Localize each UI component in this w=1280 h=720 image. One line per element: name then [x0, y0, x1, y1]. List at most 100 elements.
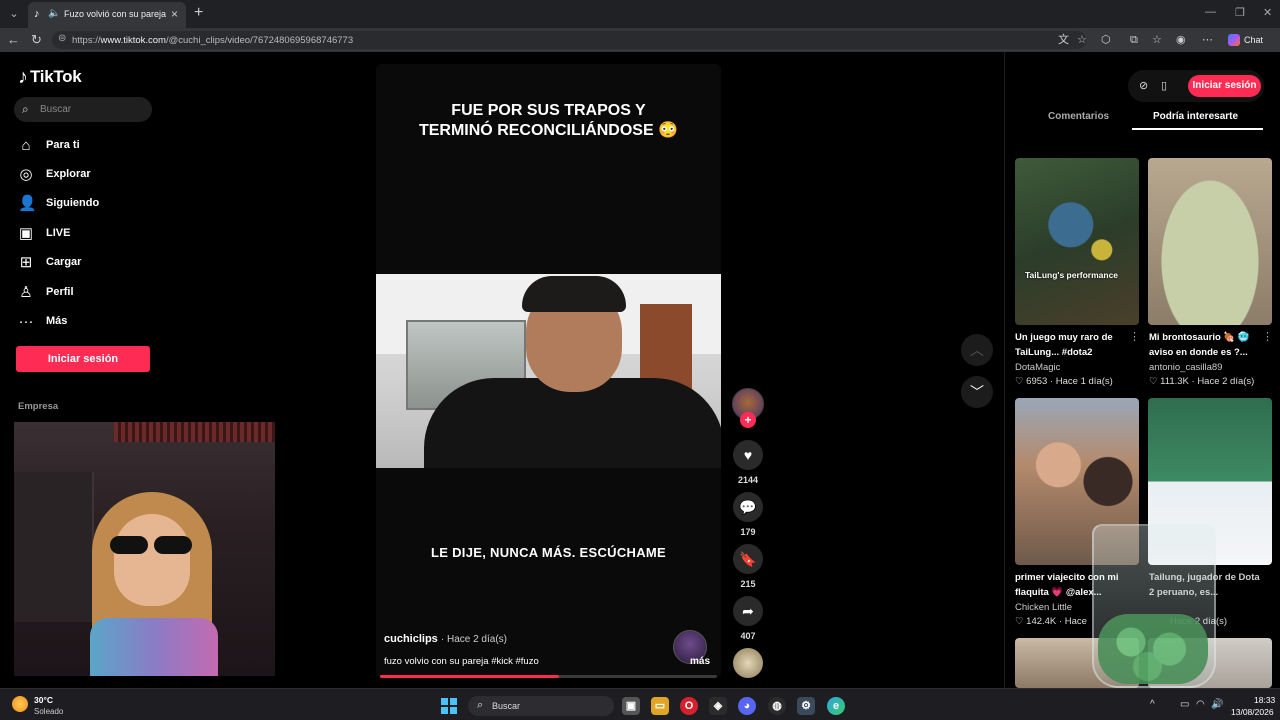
volume-icon[interactable]: 🔊 [1211, 699, 1223, 710]
new-tab-plus-icon[interactable]: + [194, 4, 203, 22]
split-screen-icon[interactable]: ⧉ [1130, 33, 1138, 47]
card-likes: 6953 [1026, 376, 1048, 387]
favorites-icon[interactable]: ☆ [1152, 33, 1162, 47]
save-button[interactable]: 🔖 [733, 544, 763, 574]
url-field[interactable]: ⊜ https://www.tiktok.com/@cuchi_clips/vi… [52, 31, 1086, 49]
wifi-icon[interactable]: ◠ [1196, 699, 1205, 710]
copilot-chat-button[interactable]: Chat [1222, 31, 1269, 49]
home-icon: ⌂ [21, 136, 31, 154]
card-author[interactable]: DotaMagic [1015, 362, 1060, 373]
tab-comentarios[interactable]: Comentarios [1048, 111, 1109, 122]
webcam-curtain [114, 422, 275, 442]
tiktok-logo[interactable]: ♪ TikTok [18, 66, 82, 88]
search-input[interactable]: ⌕ Buscar [14, 97, 152, 122]
compass-icon[interactable]: ⊘ [1139, 79, 1148, 92]
browser-tab-active[interactable]: ♪ 🔈 Fuzo volvió con su pareja: qu × [28, 2, 186, 28]
active-tab-underline [1132, 128, 1263, 130]
settings-gear-icon[interactable]: ⚙ [797, 697, 815, 715]
top-login-button[interactable]: Iniciar sesión [1188, 75, 1261, 97]
edge-icon[interactable]: e [827, 697, 845, 715]
previous-video-chevron-up-icon[interactable]: ︿ [961, 334, 993, 366]
video-player[interactable]: FUE POR SUS TRAPOS Y TERMINÓ RECONCILIÁN… [376, 64, 721, 678]
windows-start-icon[interactable] [441, 698, 457, 714]
more-icon: ··· [18, 312, 34, 330]
card-more-icon[interactable]: ⋮ [1262, 330, 1273, 343]
close-window-icon[interactable]: ✕ [1263, 6, 1272, 19]
tab-close-icon[interactable]: × [171, 7, 178, 21]
profile-avatar-icon[interactable]: ◉ [1176, 33, 1186, 47]
chrome-icon[interactable]: ◍ [768, 697, 786, 715]
sidebar-item-label: Más [46, 315, 68, 327]
video-caption-bottom: LE DIJE, NUNCA MÁS. ESCÚCHAME [430, 545, 666, 560]
sidebar-item-explorar[interactable]: ◎ Explorar [18, 163, 90, 185]
sidebar-item-label: LIVE [46, 227, 71, 239]
file-explorer-icon[interactable]: ▭ [651, 697, 669, 715]
weather-temperature[interactable]: 30°C [34, 695, 53, 705]
task-view-icon[interactable]: ▣ [622, 697, 640, 715]
extensions-icon[interactable]: ⬡ [1101, 33, 1111, 47]
profile-icon: ♙ [19, 284, 33, 301]
comment-button[interactable]: 💬 [733, 492, 763, 522]
sidebar-item-label: Siguiendo [46, 197, 100, 209]
music-disc-icon[interactable] [733, 648, 763, 678]
like-button[interactable]: ♥ [733, 440, 763, 470]
reload-icon[interactable]: ↻ [31, 32, 42, 48]
card-title[interactable]: Mi brontosaurio 🍖 🥶 aviso en donde es ?.… [1149, 330, 1267, 360]
weather-condition[interactable]: Soleado [34, 707, 63, 716]
video-progress-bar[interactable] [380, 675, 717, 678]
sidebar-item-siguiendo[interactable]: 👤 Siguiendo [18, 192, 99, 214]
favorite-star-icon[interactable]: ☆ [1077, 33, 1087, 47]
weather-sun-icon[interactable] [12, 696, 28, 712]
follow-plus-icon[interactable]: + [740, 412, 756, 428]
site-info-icon[interactable]: ⊜ [58, 33, 66, 44]
card-time: Hace 1 día(s) [1055, 376, 1113, 387]
address-toolbar: ← ↻ ⊜ https://www.tiktok.com/@cuchi_clip… [0, 28, 1280, 52]
card-time: Hace 2 día(s) [1197, 376, 1255, 387]
video-author[interactable]: cuchiclips · Hace 2 día(s) [384, 633, 507, 645]
sidebar-item-para-ti[interactable]: ⌂ Para ti [18, 134, 79, 156]
app-icon[interactable]: ◈ [709, 697, 727, 715]
phone-icon[interactable]: ▯ [1161, 79, 1167, 92]
card-author[interactable]: antonio_casilla89 [1149, 362, 1222, 373]
minimize-icon[interactable]: — [1205, 6, 1216, 18]
webcam-person-top [90, 618, 218, 676]
share-count: 407 [740, 631, 756, 641]
suggested-video-thumbnail[interactable] [1148, 158, 1272, 325]
sidebar-item-cargar[interactable]: ⊞ Cargar [18, 251, 82, 273]
live-icon: ▣ [18, 225, 34, 242]
translate-icon[interactable]: 文 [1058, 33, 1069, 47]
sidebar-item-label: Cargar [46, 256, 82, 268]
card-more-icon[interactable]: ⋮ [1129, 330, 1140, 343]
clock-time[interactable]: 18:33 [1254, 695, 1275, 705]
clip-person-hair [522, 276, 626, 312]
tray-chevron-icon[interactable]: ^ [1150, 699, 1155, 710]
card-title[interactable]: Un juego muy raro de TaiLung... #dota2 [1015, 330, 1133, 360]
search-placeholder: Buscar [40, 104, 72, 115]
author-name[interactable]: cuchiclips [384, 633, 438, 645]
copilot-icon [1228, 34, 1240, 46]
tab-list-chevron-icon[interactable]: ⌄ [4, 4, 24, 24]
audio-playing-icon[interactable]: 🔈 [48, 8, 60, 20]
clock-date[interactable]: 13/08/2026 [1231, 707, 1274, 717]
card-author[interactable]: Chicken Little [1015, 602, 1072, 613]
next-video-chevron-down-icon[interactable]: ﹀ [961, 376, 993, 408]
taskbar-search-input[interactable]: ⌕ Buscar [468, 696, 614, 716]
video-description: fuzo volvio con su pareja #kick #fuzo [384, 656, 539, 667]
sidebar-item-live[interactable]: ▣ LIVE [18, 222, 71, 244]
card-meta: ♡ 6953 · Hace 1 día(s) [1015, 376, 1113, 387]
upload-icon: ⊞ [19, 254, 33, 271]
maximize-icon[interactable]: ❐ [1235, 6, 1245, 19]
opera-icon[interactable]: O [680, 697, 698, 715]
suggested-video-thumbnail[interactable]: TaiLung's performance [1015, 158, 1139, 325]
sidebar-item-perfil[interactable]: ♙ Perfil [18, 281, 73, 303]
discord-icon[interactable]: ◕ [738, 697, 756, 715]
tab-podria-interesarte[interactable]: Podría interesarte [1153, 111, 1238, 122]
network-icon[interactable]: ▭ [1180, 699, 1189, 710]
back-arrow-icon[interactable]: ← [7, 32, 20, 48]
share-button[interactable]: ➦ [733, 596, 763, 626]
sidebar-item-mas[interactable]: ··· Más [18, 310, 68, 332]
url-text: https://www.tiktok.com/@cuchi_clips/vide… [72, 35, 354, 46]
more-link[interactable]: más [690, 656, 710, 667]
settings-more-icon[interactable]: ⋯ [1202, 33, 1213, 47]
login-button[interactable]: Iniciar sesión [16, 346, 150, 372]
